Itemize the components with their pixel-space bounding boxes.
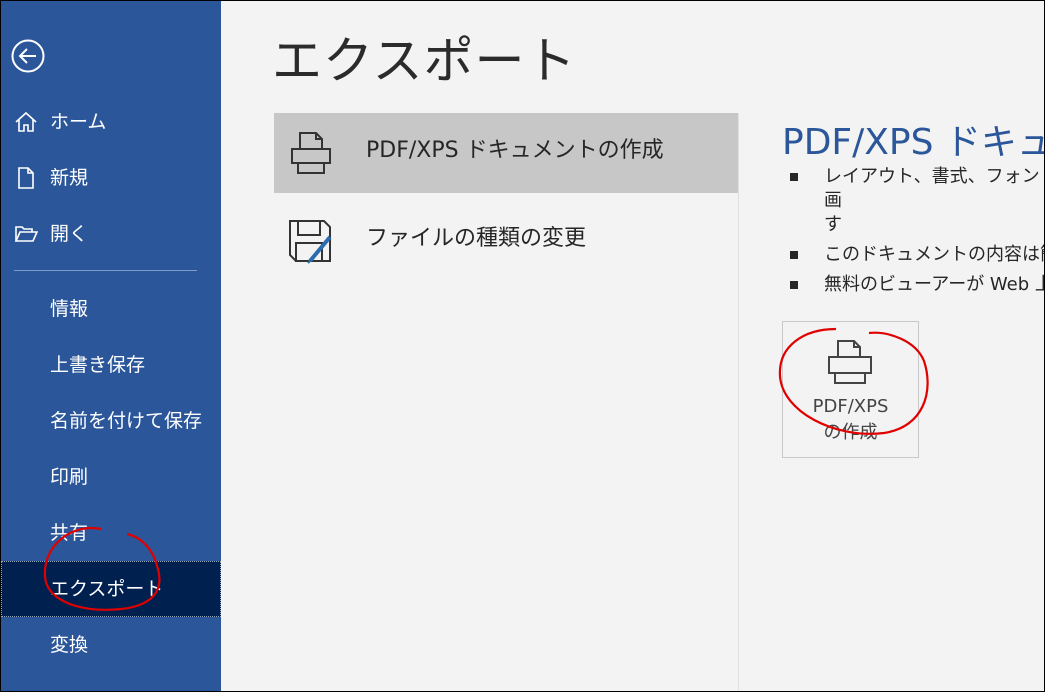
option-label: ファイルの種類の変更 — [366, 226, 587, 251]
detail-title: PDF/XPS ドキュメ — [782, 122, 1044, 163]
sidebar-item-open[interactable]: 開く — [1, 206, 221, 262]
sidebar-item-share[interactable]: 共有 — [1, 505, 221, 561]
sidebar-item-save-as[interactable]: 名前を付けて保存 — [1, 393, 221, 449]
create-button-label-line2: の作成 — [823, 422, 878, 443]
sidebar-item-new[interactable]: 新規 — [1, 150, 221, 206]
bullet-item: レイアウト、書式、フォント、画す — [790, 165, 1044, 237]
sidebar-item-home[interactable]: ホーム — [1, 94, 221, 150]
option-change-file-type[interactable]: ファイルの種類の変更 — [274, 201, 738, 281]
back-arrow-icon — [11, 39, 45, 73]
bullet-item: このドキュメントの内容は簡単 — [790, 243, 1044, 267]
create-pdf-xps-button[interactable]: PDF/XPS の作成 — [782, 321, 919, 458]
pdf-printer-icon — [291, 132, 331, 174]
backstage-main: エクスポート PDF/XPS ドキュメントの作成 ファイルの種類の変更 PDF/… — [222, 1, 1044, 691]
sidebar-item-label: エクスポート — [50, 578, 164, 600]
option-create-pdf-xps[interactable]: PDF/XPS ドキュメントの作成 — [274, 113, 738, 193]
create-button-label: PDF/XPS の作成 — [783, 394, 918, 446]
sidebar-item-label: 新規 — [50, 167, 89, 189]
bullet-text: このドキュメントの内容は簡単 — [824, 244, 1044, 265]
sidebar-divider — [14, 270, 197, 271]
printer-icon — [828, 340, 872, 384]
sidebar-item-print[interactable]: 印刷 — [1, 449, 221, 505]
backstage-window: ホーム 新規 開く 情報 上書き保存 名前を付けて保存 印刷 共有 エクスポート… — [0, 0, 1045, 692]
back-button[interactable] — [11, 39, 45, 73]
bullet-item: 無料のビューアーが Web 上 — [790, 273, 1045, 297]
backstage-sidebar: ホーム 新規 開く 情報 上書き保存 名前を付けて保存 印刷 共有 エクスポート… — [1, 1, 221, 691]
sidebar-item-transform[interactable]: 変換 — [1, 617, 221, 673]
change-file-type-icon — [289, 220, 332, 264]
sidebar-item-export[interactable]: エクスポート — [1, 561, 221, 617]
sidebar-item-label: 名前を付けて保存 — [50, 410, 203, 432]
sidebar-item-label: 変換 — [50, 634, 89, 656]
sidebar-item-label: ホーム — [50, 111, 107, 133]
detail-bullets: レイアウト、書式、フォント、画す このドキュメントの内容は簡単 無料のビューアー… — [790, 165, 1045, 303]
pane-divider — [738, 113, 739, 691]
sidebar-item-label: 上書き保存 — [50, 354, 146, 376]
new-document-icon — [18, 167, 34, 189]
sidebar-item-label: 共有 — [50, 522, 89, 544]
bullet-text: レイアウト、書式、フォント、画 — [824, 166, 1044, 211]
option-label: PDF/XPS ドキュメントの作成 — [366, 138, 664, 163]
bullet-text: す — [824, 214, 842, 235]
sidebar-item-label: 印刷 — [50, 466, 89, 488]
create-button-label-line1: PDF/XPS — [812, 396, 889, 417]
open-folder-icon — [14, 226, 38, 242]
sidebar-item-label: 開く — [50, 223, 89, 245]
sidebar-item-info[interactable]: 情報 — [1, 281, 221, 337]
bullet-text: 無料のビューアーが Web 上 — [824, 274, 1045, 295]
page-title: エクスポート — [272, 32, 577, 90]
sidebar-item-label: 情報 — [50, 298, 89, 320]
sidebar-item-save[interactable]: 上書き保存 — [1, 337, 221, 393]
home-icon — [15, 111, 37, 132]
